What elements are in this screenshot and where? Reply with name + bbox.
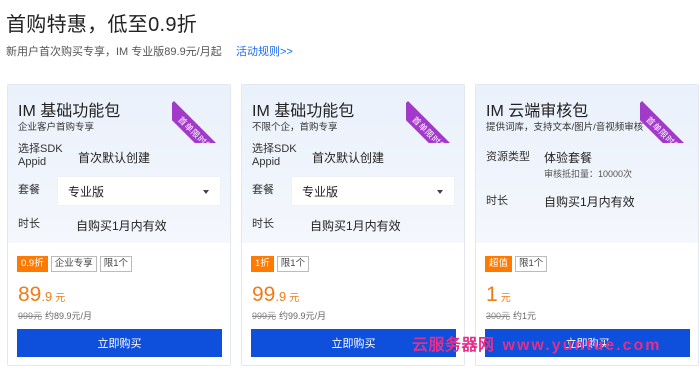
watermark-url: www.yuntue.com [502, 337, 662, 354]
card-title: IM 基础功能包 [18, 103, 121, 120]
tag-list: 0.9折 企业专享 限1个 [17, 256, 133, 272]
chevron-down-icon [437, 190, 443, 194]
row-value-sdk-appid: 首次默认创建 [78, 151, 151, 165]
tag: 限1个 [515, 256, 548, 272]
tag-list: 1折 限1个 [251, 256, 310, 272]
price-unit: 元 [55, 293, 66, 304]
price-unit: 元 [289, 293, 300, 304]
price-note: 约99.9元/月 [279, 311, 327, 321]
plan-select[interactable]: 专业版 [58, 177, 220, 205]
card-description: 企业客户首购专享 [18, 122, 95, 133]
row-value-resource-type: 体验套餐 [544, 151, 593, 165]
buy-now-button[interactable]: 立即购买 [17, 329, 222, 357]
row-label-plan: 套餐 [18, 184, 40, 196]
value-tag: 超值 [485, 256, 513, 272]
card-description: 不限个企，首购专享 [252, 122, 338, 133]
ribbon-label: 首单限时特惠 [410, 114, 456, 143]
price-note: 约1元 [513, 311, 537, 321]
row-label-resource-type: 资源类型 [486, 151, 530, 163]
activity-rules-link[interactable]: 活动规则>> [236, 43, 293, 59]
discount-tag: 1折 [251, 256, 274, 272]
card-description: 提供词库，支持文本/图片/音视频审核 [486, 122, 644, 133]
original-price: 999元 [18, 311, 43, 321]
tag: 限1个 [99, 256, 133, 272]
original-price-line: 999元 约89.9元/月 [18, 309, 92, 322]
row-value-duration: 自购买1月内有效 [544, 195, 635, 209]
price: 1元 [486, 283, 511, 307]
discount-tag: 0.9折 [17, 256, 48, 272]
product-card-im-cloud-review: IM 云端审核包 提供词库，支持文本/图片/音视频审核 首单限时特惠 资源类型 … [475, 84, 699, 366]
page-subtitle: 新用户首次购买专享，IM 专业版89.9元/月起 [6, 46, 222, 58]
price-integer: 1 [486, 283, 498, 306]
tag: 企业专享 [50, 256, 97, 272]
row-value-duration: 自购买1月内有效 [76, 219, 167, 233]
watermark: 云服务器网 www.yuntue.com [412, 331, 662, 355]
tag: 限1个 [276, 256, 310, 272]
plan-select[interactable]: 专业版 [292, 177, 454, 205]
original-price: 999元 [252, 311, 277, 321]
price-integer: 99 [252, 283, 276, 306]
plan-select-value: 专业版 [68, 184, 105, 199]
card-title: IM 云端审核包 [486, 103, 589, 120]
price: 89.9 元 [18, 283, 65, 307]
ribbon-label: 首单限时特惠 [644, 114, 690, 143]
row-value-sdk-appid: 首次默认创建 [312, 151, 385, 165]
product-card-im-basic-enterprise: IM 基础功能包 企业客户首购专享 首单限时特惠 选择SDK Appid 首次默… [7, 84, 231, 366]
promo-ribbon: 首单限时特惠 [172, 85, 230, 143]
watermark-text: 云服务器网 [412, 337, 495, 354]
ribbon-label: 首单限时特惠 [176, 114, 222, 143]
original-price: 300元 [486, 311, 511, 321]
plan-select-value: 专业版 [302, 184, 339, 199]
page-title: 首购特惠，低至0.9折 [6, 14, 198, 36]
card-title: IM 基础功能包 [252, 103, 355, 120]
product-card-im-basic-general: IM 基础功能包 不限个企，首购专享 首单限时特惠 选择SDK Appid 首次… [241, 84, 465, 366]
tag-list: 超值 限1个 [485, 256, 548, 272]
original-price-line: 300元 约1元 [486, 309, 536, 322]
chevron-down-icon [203, 190, 209, 194]
price-integer: 89 [18, 283, 42, 306]
row-label-plan: 套餐 [252, 184, 274, 196]
review-quota: 审核抵扣量：10000次 [544, 169, 633, 179]
price: 99.9 元 [252, 283, 299, 307]
row-label-sdk-appid: 选择SDK Appid [18, 143, 63, 168]
promo-ribbon: 首单限时特惠 [640, 85, 698, 143]
row-label-sdk-appid: 选择SDK Appid [252, 143, 297, 168]
price-note: 约89.9元/月 [45, 311, 93, 321]
row-value-duration: 自购买1月内有效 [310, 219, 401, 233]
original-price-line: 999元 约99.9元/月 [252, 309, 326, 322]
price-decimal: .9 [41, 289, 53, 304]
row-label-duration: 时长 [252, 218, 274, 230]
price-decimal: .9 [275, 289, 287, 304]
row-label-duration: 时长 [18, 218, 40, 230]
price-unit: 元 [500, 293, 511, 304]
row-label-duration: 时长 [486, 195, 508, 207]
promo-ribbon: 首单限时特惠 [406, 85, 464, 143]
